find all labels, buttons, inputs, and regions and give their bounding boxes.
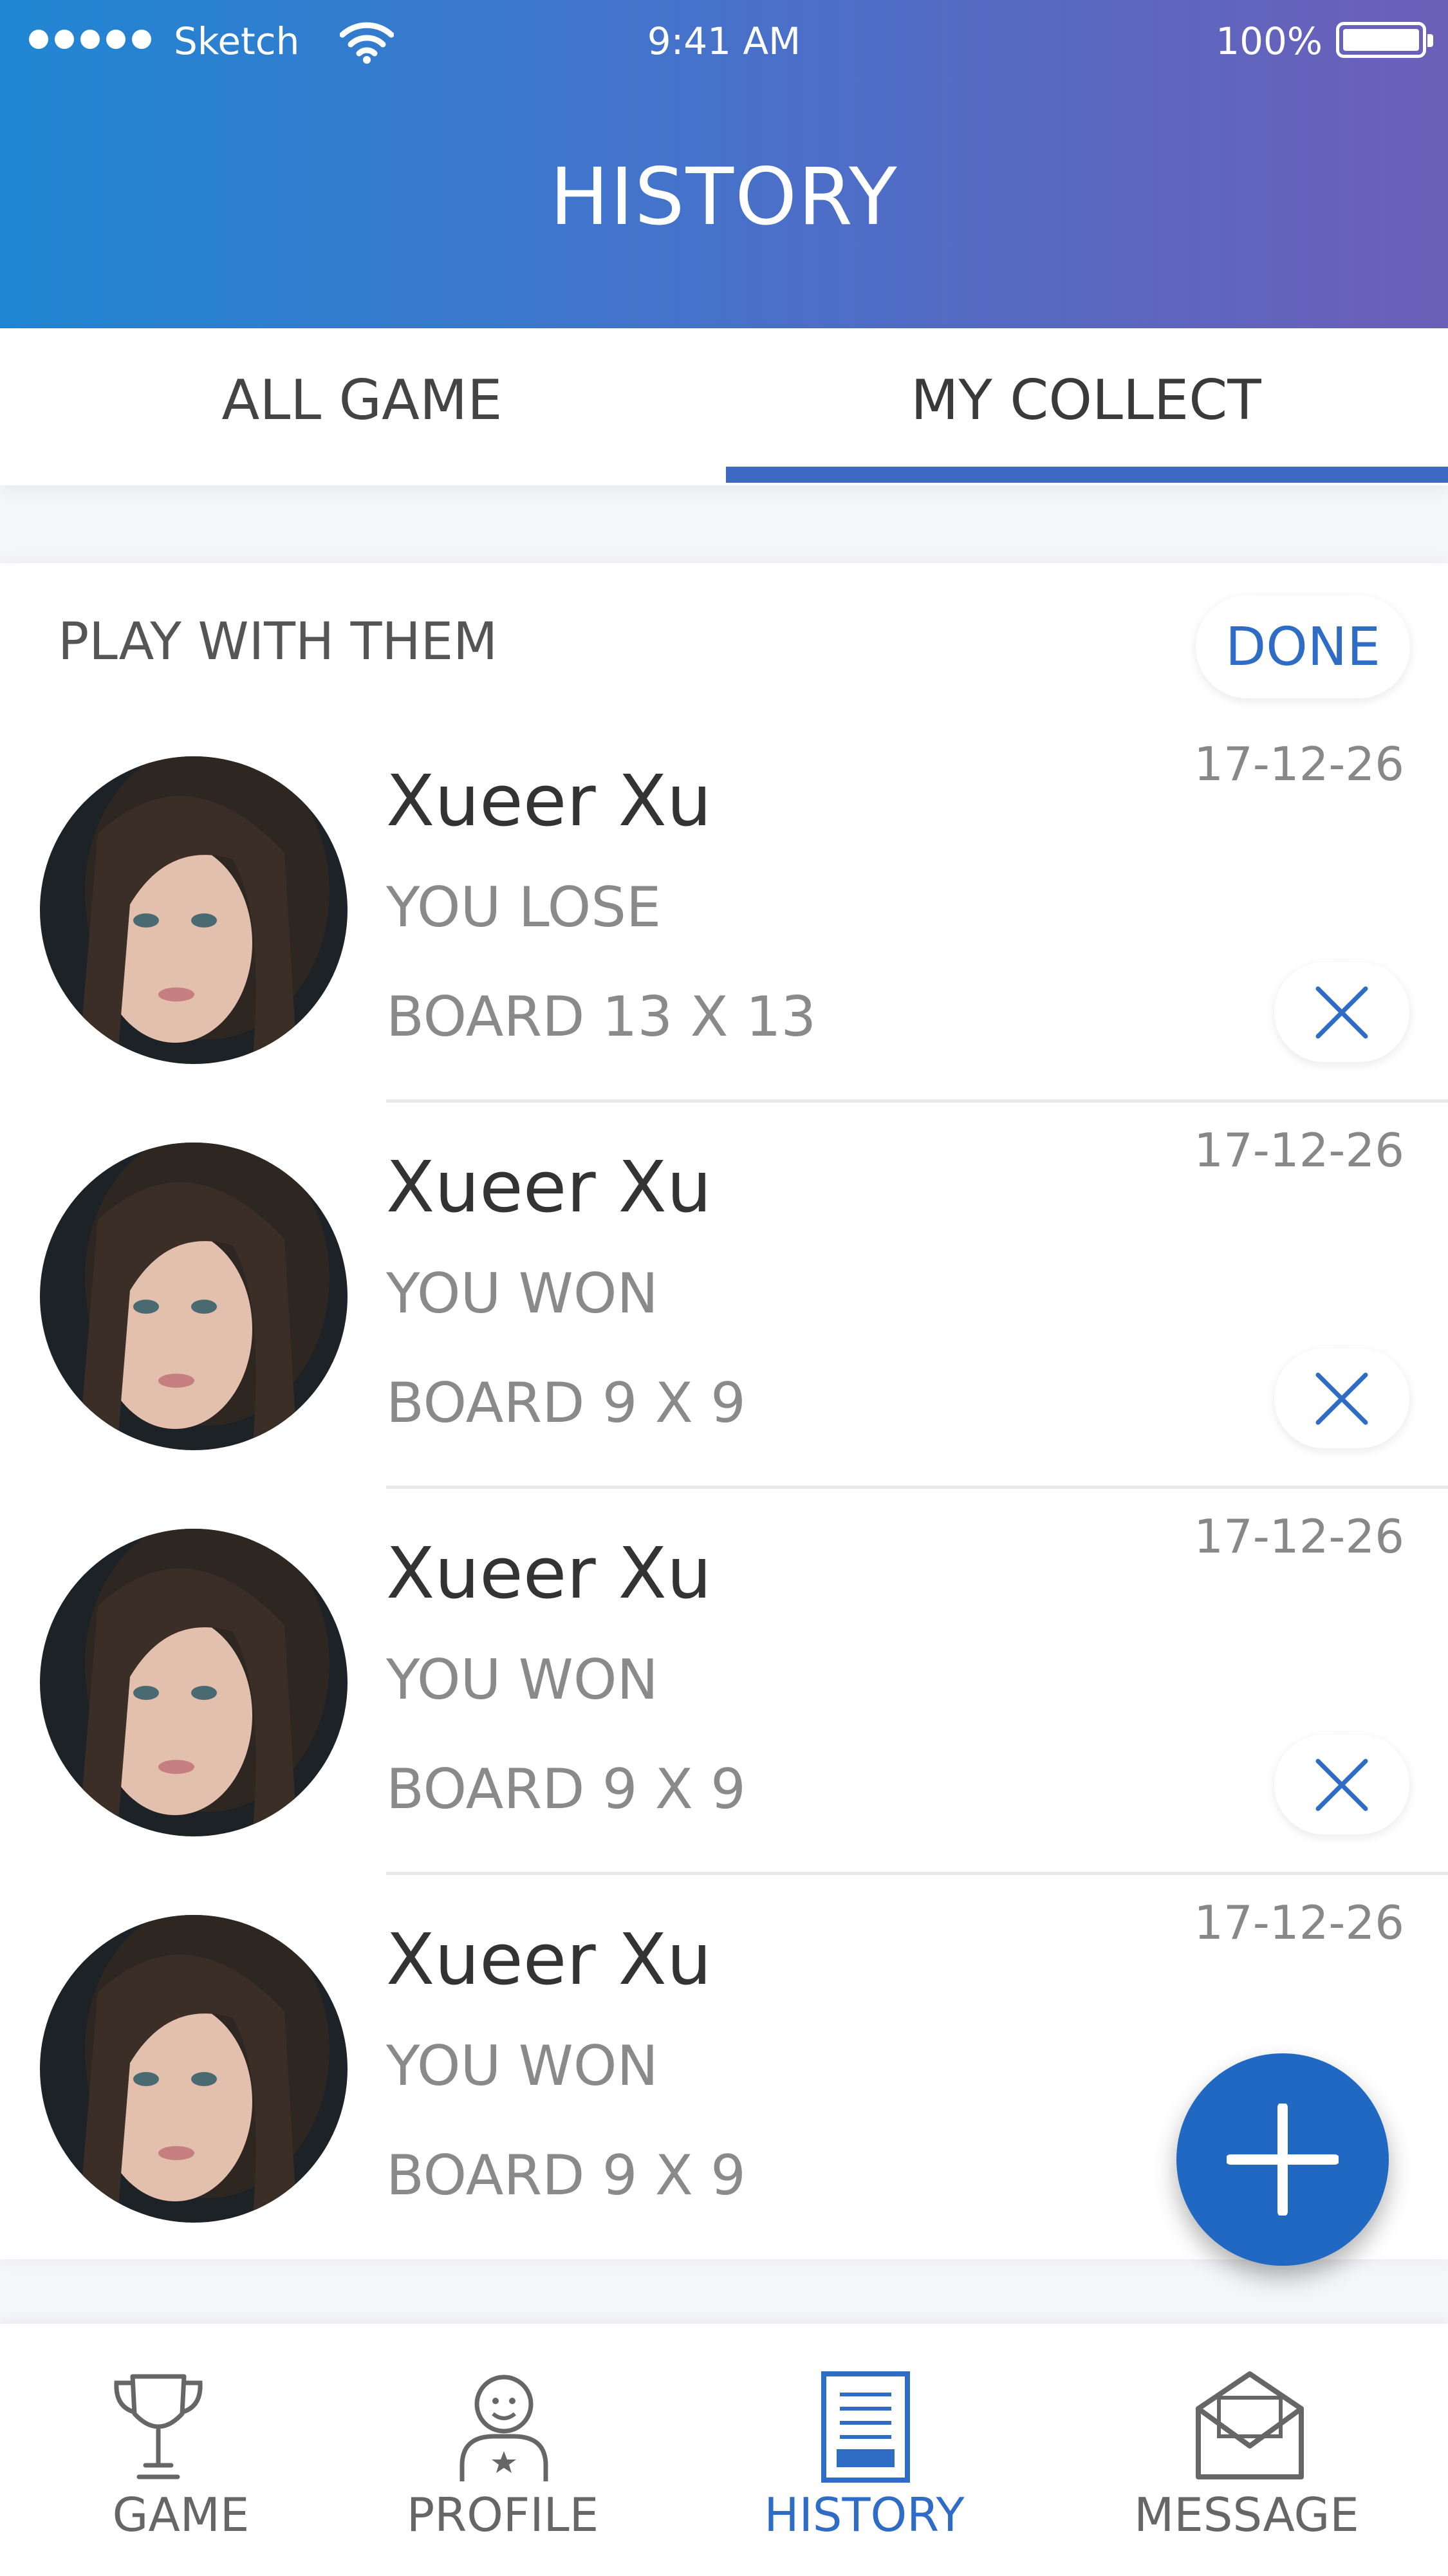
tab-bar: ALL GAME MY COLLECT	[0, 328, 1448, 485]
section-title: PLAY WITH THEM	[58, 611, 498, 671]
nav-label-profile: PROFILE	[406, 2488, 599, 2542]
player-name: Xueer Xu	[386, 1918, 712, 2001]
battery-icon	[1336, 22, 1433, 58]
row-divider	[386, 1099, 1448, 1103]
row-divider	[386, 1872, 1448, 1875]
close-icon	[1315, 1372, 1368, 1425]
avatar	[40, 756, 348, 1064]
battery-percentage: 100%	[1216, 19, 1323, 63]
app-header: Sketch 9:41 AM 100% HISTORY	[0, 0, 1448, 328]
remove-button[interactable]	[1274, 1735, 1409, 1834]
player-name: Xueer Xu	[386, 1532, 712, 1614]
active-tab-indicator	[726, 467, 1448, 483]
game-list-item[interactable]: Xueer Xu YOU WON BOARD 9 X 9 17-12-26	[0, 1503, 1448, 1889]
nav-label-message: MESSAGE	[1134, 2488, 1359, 2542]
envelope-icon	[1196, 2371, 1304, 2479]
tab-my-collect[interactable]: MY COLLECT	[724, 328, 1448, 485]
nav-label-history: HISTORY	[764, 2488, 965, 2542]
remove-button[interactable]	[1274, 962, 1409, 1062]
trophy-icon	[114, 2374, 203, 2479]
board-size: BOARD 13 X 13	[386, 985, 817, 1049]
board-size: BOARD 9 X 9	[386, 2143, 746, 2208]
player-name: Xueer Xu	[386, 760, 712, 842]
game-result: YOU LOSE	[386, 875, 662, 940]
game-date: 17-12-26	[1194, 1896, 1404, 1950]
avatar	[40, 1143, 348, 1450]
done-button[interactable]: DONE	[1196, 595, 1410, 698]
document-icon	[821, 2371, 910, 2483]
game-result: YOU WON	[386, 1262, 658, 1326]
nav-item-game[interactable]: GAME	[0, 2324, 362, 2576]
nav-item-message[interactable]: MESSAGE	[1066, 2324, 1427, 2576]
status-bar: Sketch 9:41 AM 100%	[0, 0, 1448, 84]
game-list-item[interactable]: Xueer Xu YOU LOSE BOARD 13 X 13 17-12-26	[0, 731, 1448, 1117]
plus-icon	[1227, 2104, 1339, 2216]
board-size: BOARD 9 X 9	[386, 1757, 746, 1822]
game-date: 17-12-26	[1194, 1123, 1404, 1177]
game-result: YOU WON	[386, 2034, 658, 2098]
nav-item-history[interactable]: HISTORY	[683, 2324, 1045, 2576]
user-icon	[459, 2375, 548, 2481]
bottom-navigation: GAME PROFILE HISTORY MESSAGE	[0, 2324, 1448, 2576]
nav-label-game: GAME	[112, 2488, 250, 2542]
avatar	[40, 1529, 348, 1836]
page-title: HISTORY	[550, 151, 898, 243]
avatar	[40, 1915, 348, 2223]
add-button[interactable]	[1176, 2053, 1389, 2266]
nav-item-profile[interactable]: PROFILE	[322, 2324, 683, 2576]
tab-all-game[interactable]: ALL GAME	[0, 328, 724, 485]
game-result: YOU WON	[386, 1648, 658, 1712]
game-date: 17-12-26	[1194, 737, 1404, 791]
player-name: Xueer Xu	[386, 1146, 712, 1228]
game-date: 17-12-26	[1194, 1509, 1404, 1563]
game-list-item[interactable]: Xueer Xu YOU WON BOARD 9 X 9 17-12-26	[0, 1117, 1448, 1503]
row-divider	[386, 1486, 1448, 1489]
board-size: BOARD 9 X 9	[386, 1371, 746, 1435]
close-icon	[1315, 986, 1368, 1039]
remove-button[interactable]	[1274, 1349, 1409, 1448]
collection-card: PLAY WITH THEM DONE Xueer Xu YOU LOSE BO…	[0, 563, 1448, 2259]
close-icon	[1315, 1759, 1368, 1811]
